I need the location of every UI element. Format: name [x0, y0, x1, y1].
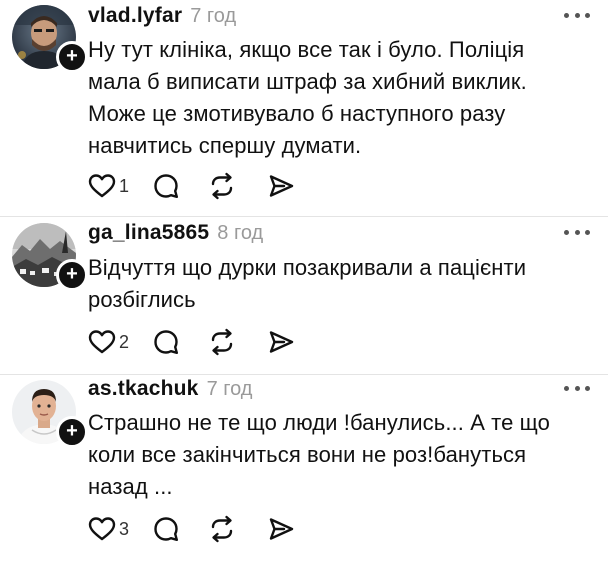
repost-icon [211, 172, 233, 200]
repost-icon [211, 328, 233, 356]
comment-button[interactable] [152, 326, 208, 358]
comment-icon [154, 517, 178, 541]
comment-button[interactable] [152, 170, 208, 202]
comment-post: + as.tkachuk 7 год Страшно не те що люди… [0, 375, 608, 561]
action-bar: 2 [88, 326, 295, 358]
comment-line: навчитись спершу думати. [88, 133, 362, 158]
more-dots-icon[interactable] [564, 10, 590, 20]
action-bar: 3 [88, 513, 295, 545]
like-count: 3 [119, 519, 130, 539]
post-header: ga_lina5865 8 год [88, 221, 263, 245]
avatar-container[interactable]: + [12, 380, 88, 448]
avatar-container[interactable]: + [12, 223, 88, 291]
repost-icon [211, 515, 233, 543]
share-icon [269, 175, 294, 197]
post-header: vlad.lyfar 7 год [88, 4, 236, 28]
comment-button[interactable] [152, 513, 208, 545]
follow-plus-icon[interactable]: + [56, 416, 88, 448]
heart-icon [88, 330, 116, 354]
like-count: 2 [119, 332, 130, 352]
comment-line: Може це змотивувало б наступного разу [88, 101, 506, 126]
timestamp: 7 год [206, 378, 253, 400]
comment-post: + vlad.lyfar 7 год Ну тут клініка, якщо … [0, 0, 608, 214]
comment-line: Страшно не те що люди !банулись... А те … [88, 410, 550, 435]
username[interactable]: vlad.lyfar [88, 4, 182, 28]
more-dots-icon[interactable] [564, 383, 590, 393]
heart-icon [88, 517, 116, 541]
follow-plus-icon[interactable]: + [56, 259, 88, 291]
more-dots-icon[interactable] [564, 227, 590, 237]
comment-line: Відчуття що дурки позакривали а пацієнти [88, 255, 527, 280]
avatar-container[interactable]: + [12, 5, 88, 73]
comment-line: Ну тут клініка, якщо все так і було. Пол… [88, 37, 525, 62]
share-icon [269, 518, 294, 540]
heart-icon [88, 174, 116, 198]
comment-text: Відчуття що дурки позакривали а пацієнти… [88, 252, 593, 316]
repost-button[interactable] [208, 513, 267, 545]
timestamp: 8 год [217, 222, 264, 244]
repost-button[interactable] [208, 170, 267, 202]
divider [0, 216, 608, 217]
share-icon [269, 331, 294, 353]
like-button[interactable]: 1 [88, 170, 152, 202]
share-button[interactable] [267, 513, 295, 545]
comment-post: + ga_lina5865 8 год Відчуття що дурки по… [0, 218, 608, 372]
comment-line: розбіглись [88, 287, 196, 312]
timestamp: 7 год [190, 5, 237, 27]
comment-line: назад ... [88, 474, 173, 499]
like-button[interactable]: 3 [88, 513, 152, 545]
share-button[interactable] [267, 326, 295, 358]
username[interactable]: ga_lina5865 [88, 221, 209, 245]
comment-line: мала б виписати штраф за хибний виклик. [88, 69, 527, 94]
share-button[interactable] [267, 170, 295, 202]
comment-icon [154, 174, 178, 198]
comment-text: Ну тут клініка, якщо все так і було. Пол… [88, 34, 593, 162]
like-count: 1 [119, 176, 130, 196]
comment-icon [154, 330, 178, 354]
follow-plus-icon[interactable]: + [56, 41, 88, 73]
comment-text: Страшно не те що люди !банулись... А те … [88, 407, 593, 503]
comment-thread: + vlad.lyfar 7 год Ну тут клініка, якщо … [0, 0, 608, 561]
action-bar: 1 [88, 170, 295, 202]
comment-line: коли все закінчиться вони не роз!банутьс… [88, 442, 527, 467]
username[interactable]: as.tkachuk [88, 377, 199, 401]
post-header: as.tkachuk 7 год [88, 377, 252, 401]
like-button[interactable]: 2 [88, 326, 152, 358]
repost-button[interactable] [208, 326, 267, 358]
